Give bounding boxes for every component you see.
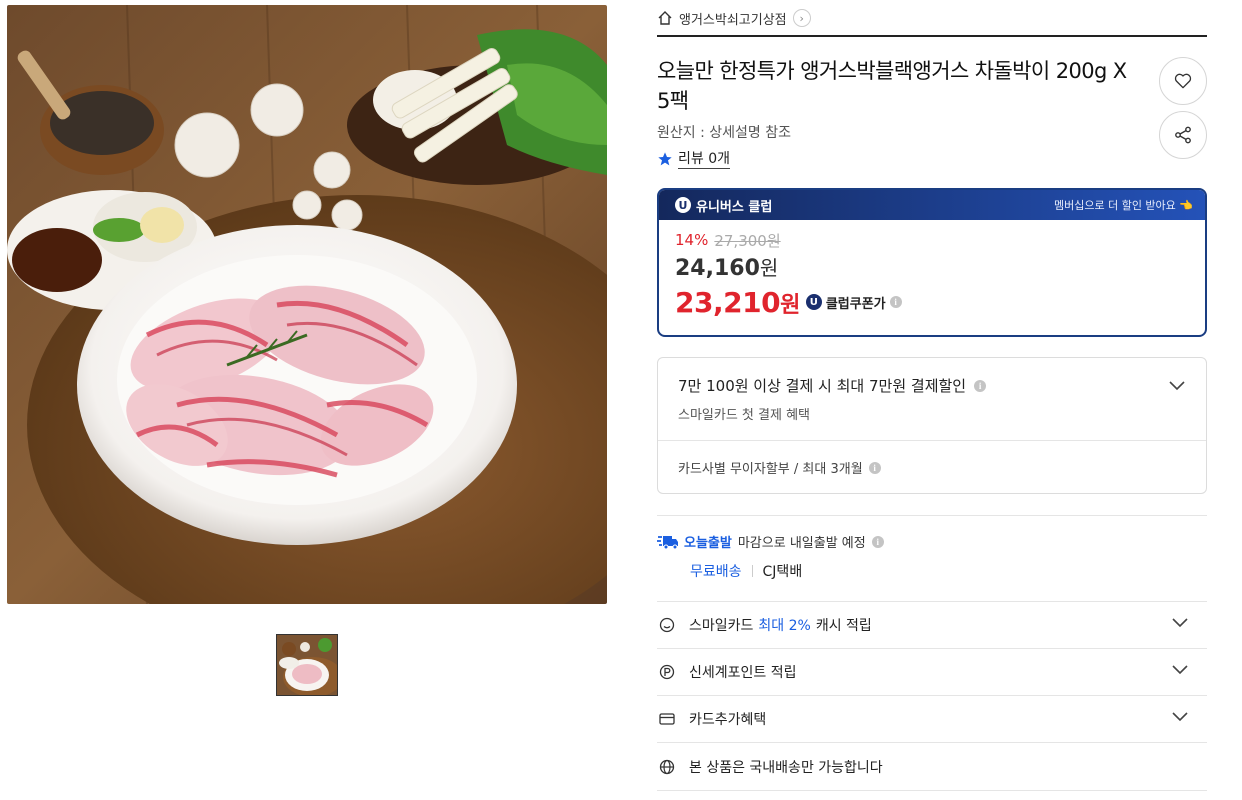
club-price-box: U 유니버스 클럽 멤버십으로 더 할인 받아요 👈 14% 27,300원 2…	[657, 188, 1207, 337]
heart-icon	[1174, 73, 1192, 89]
card-benefit-label: 카드추가혜택	[689, 712, 767, 728]
shipping-carrier: CJ택배	[762, 564, 803, 580]
today-dispatch-badge: 오늘출발	[657, 532, 732, 551]
free-shipping: 무료배송	[690, 564, 742, 580]
shop-link[interactable]: 앵거스박쇠고기상점 ›	[657, 6, 811, 30]
club-header[interactable]: U 유니버스 클럽 멤버십으로 더 할인 받아요 👈	[659, 190, 1205, 220]
payment-discount-subtitle: 스마일카드 첫 결제 혜택	[678, 408, 810, 423]
dispatch-estimate: 마감으로 내일출발 예정	[737, 536, 866, 551]
universe-club-icon: U	[675, 197, 691, 213]
shinsegae-point-row[interactable]: 신세계포인트 적립	[657, 649, 1207, 695]
chevron-down-icon[interactable]	[1171, 664, 1189, 676]
chevron-down-icon[interactable]	[1168, 380, 1186, 392]
chevron-down-icon[interactable]	[1171, 617, 1189, 629]
home-icon	[658, 11, 672, 25]
separator	[751, 565, 753, 577]
star-icon	[658, 151, 672, 165]
header-divider	[657, 35, 1207, 37]
coupon-price: 23,210원	[675, 286, 800, 319]
shinsegae-point-label: 신세계포인트 적립	[689, 665, 797, 681]
chevron-down-icon[interactable]	[1171, 711, 1189, 723]
smile-icon	[657, 617, 677, 633]
today-dispatch-label: 오늘출발	[684, 536, 732, 551]
universe-club-icon: U	[805, 294, 822, 310]
domestic-shipping-row: 본 상품은 국내배송만 가능합니다	[657, 744, 1207, 790]
smilecard-label: 스마일카드	[689, 618, 754, 634]
delivery-truck-icon	[657, 535, 678, 549]
credit-card-icon	[657, 712, 677, 726]
domestic-shipping-label: 본 상품은 국내배송만 가능합니다	[689, 760, 883, 776]
info-icon[interactable]: i	[889, 296, 902, 308]
globe-icon	[657, 759, 677, 775]
origin-info: 원산지 : 상세설명 참조	[657, 125, 791, 141]
shop-name[interactable]: 앵거스박쇠고기상점	[679, 9, 787, 28]
card-benefit-row[interactable]: 카드추가혜택	[657, 696, 1207, 742]
shipping-details: 무료배송 CJ택배	[690, 561, 802, 581]
section-divider	[657, 742, 1207, 743]
payment-benefit-box: 7만 100원 이상 결제 시 최대 7만원 결제할인 i 스마일카드 첫 결제…	[657, 357, 1207, 494]
club-header-label: 유니버스 클럽	[696, 199, 773, 215]
payment-discount-toggle[interactable]: 7만 100원 이상 결제 시 최대 7만원 결제할인 i 스마일카드 첫 결제…	[658, 358, 1206, 441]
discount-rate: 14%	[675, 231, 709, 249]
info-icon[interactable]: i	[868, 461, 881, 474]
smilecard-suffix: 캐시 적립	[815, 618, 872, 634]
coupon-label-text: 클럽쿠폰가	[825, 296, 886, 312]
club-coupon-label[interactable]: U 클럽쿠폰가 i	[805, 293, 902, 312]
wishlist-button[interactable]	[1159, 57, 1207, 105]
review-count[interactable]: 리뷰 0개	[678, 148, 730, 169]
coupon-price-value: 23,210	[675, 285, 781, 319]
original-price: 27,300원	[714, 231, 781, 250]
smilecard-highlight: 최대 2%	[758, 618, 811, 634]
sale-price-value: 24,160	[675, 256, 760, 281]
product-main-image	[7, 5, 607, 604]
section-divider	[657, 790, 1207, 791]
smilecard-cashback-row[interactable]: 스마일카드 최대 2% 캐시 적립	[657, 602, 1207, 648]
shipping-info: 오늘출발 마감으로 내일출발 예정 i	[657, 532, 884, 551]
club-membership-promo[interactable]: 멤버십으로 더 할인 받아요 👈	[1054, 197, 1193, 213]
share-button[interactable]	[1159, 111, 1207, 159]
payment-discount-title: 7만 100원 이상 결제 시 최대 7만원 결제할인	[678, 377, 967, 395]
product-thumbnail[interactable]	[276, 634, 338, 696]
point-icon	[657, 664, 677, 680]
section-divider	[657, 515, 1207, 516]
coupon-price-unit: 원	[780, 292, 800, 318]
chevron-right-icon[interactable]: ›	[792, 9, 811, 27]
review-link[interactable]: 리뷰 0개	[657, 148, 730, 169]
product-title: 오늘만 한정특가 앵거스박블랙앵거스 차돌박이 200g X 5팩	[657, 59, 1127, 113]
share-icon	[1175, 126, 1191, 144]
sale-price: 24,160원	[675, 252, 1205, 284]
info-icon[interactable]: i	[974, 379, 987, 392]
sale-price-unit: 원	[759, 256, 779, 280]
installment-info: 카드사별 무이자할부 / 최대 3개월	[678, 462, 863, 477]
info-icon[interactable]: i	[871, 535, 884, 548]
